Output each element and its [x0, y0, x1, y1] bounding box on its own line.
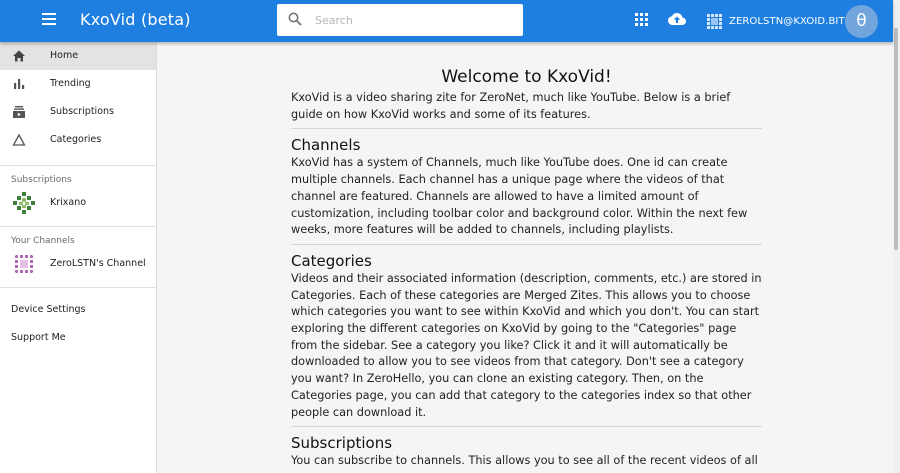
home-icon [13, 50, 25, 62]
zerolstn-channel-avatar [12, 252, 36, 276]
your-channels-heading: Your Channels [11, 236, 75, 246]
divider [291, 426, 762, 428]
intro-paragraph: KxoVid is a video sharing zite for ZeroN… [291, 91, 731, 121]
sidebar-item-categories[interactable]: Categories [0, 126, 156, 154]
section-body-categories: Videos and their associated information … [291, 271, 762, 419]
channel-item-zerolstn[interactable]: ZeroLSTN's Channel [0, 250, 156, 278]
section-heading-subscriptions: Subscriptions [291, 434, 393, 453]
menu-icon[interactable] [41, 13, 57, 27]
channel-label: ZeroLSTN's Channel [50, 258, 146, 269]
user-id-icon [707, 13, 722, 29]
sidebar-item-label: Support Me [11, 332, 66, 343]
search-icon [288, 12, 302, 26]
search-input[interactable] [315, 11, 515, 29]
app-title[interactable]: KxoVid (beta) [80, 10, 191, 29]
sidebar-item-label: Subscriptions [50, 106, 114, 117]
scrollbar-thumb[interactable] [894, 28, 898, 250]
sidebar-item-support-me[interactable]: Support Me [0, 324, 156, 352]
main-content: Welcome to KxoVid! KxoVid is a video sha… [157, 42, 893, 473]
sidebar: Home Trending Subscriptions Categories S… [0, 42, 157, 473]
welcome-article: Welcome to KxoVid! KxoVid is a video sha… [291, 42, 762, 470]
subscriptions-icon [13, 106, 25, 118]
sidebar-item-subscriptions[interactable]: Subscriptions [0, 98, 156, 126]
apps-grid-icon[interactable] [635, 13, 648, 26]
search-box[interactable] [277, 4, 523, 36]
divider [291, 128, 762, 130]
cloud-upload-icon[interactable] [668, 12, 686, 26]
subscription-item-krixano[interactable]: Krixano [0, 189, 156, 217]
sidebar-item-label: Home [50, 50, 79, 61]
sidebar-item-home[interactable]: Home [0, 42, 156, 70]
section-heading-categories: Categories [291, 251, 372, 270]
sidebar-item-label: Categories [50, 134, 102, 145]
user-name: ZEROLSTN@KXOID.BIT [729, 15, 845, 27]
subscriptions-heading: Subscriptions [11, 175, 72, 185]
page-title: Welcome to KxoVid! [441, 67, 612, 87]
bar-chart-icon [14, 79, 25, 89]
section-heading-channels: Channels [291, 136, 361, 155]
triangle-icon [12, 133, 26, 146]
sidebar-item-label: Trending [50, 78, 91, 89]
sidebar-item-trending[interactable]: Trending [0, 70, 156, 98]
page-scrollbar[interactable] [893, 0, 900, 473]
avatar[interactable]: θ [845, 5, 878, 38]
sidebar-item-device-settings[interactable]: Device Settings [0, 296, 156, 324]
user-account-button[interactable]: ZEROLSTN@KXOID.BIT [707, 0, 845, 42]
subscription-label: Krixano [50, 197, 87, 208]
section-body-subscriptions: You can subscribe to channels. This allo… [291, 454, 758, 468]
divider [291, 243, 762, 245]
krixano-avatar [12, 191, 36, 215]
top-app-bar: KxoVid (beta) ZEROLSTN@KXOID.BIT θ [0, 0, 893, 42]
section-body-channels: KxoVid has a system of Channels, much li… [291, 156, 748, 237]
sidebar-item-label: Device Settings [11, 304, 86, 315]
